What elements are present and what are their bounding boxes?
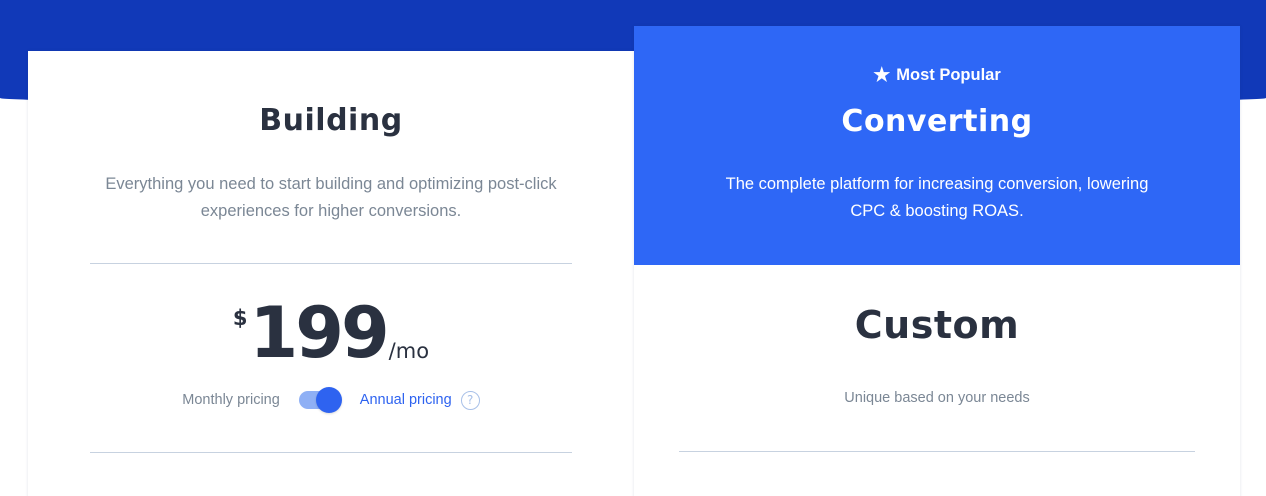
most-popular-badge: ★ Most Popular xyxy=(634,64,1240,86)
price-currency: $ xyxy=(232,306,248,330)
star-icon: ★ xyxy=(873,64,891,86)
divider xyxy=(90,452,572,453)
price-period: /mo xyxy=(388,339,430,363)
building-plan-card: Building Everything you need to start bu… xyxy=(28,51,634,496)
billing-toggle-row: Monthly pricing Annual pricing ? xyxy=(28,387,634,413)
price-amount: 199 xyxy=(249,292,390,374)
building-plan-title: Building xyxy=(259,103,403,138)
building-plan-description: Everything you need to start building an… xyxy=(105,175,557,220)
custom-price-note: Unique based on your needs xyxy=(844,390,1030,406)
custom-price-label: Custom xyxy=(854,303,1020,347)
divider xyxy=(679,451,1195,452)
converting-plan-card: ★ Most Popular Converting The complete p… xyxy=(634,26,1240,496)
converting-plan-title: Converting xyxy=(841,104,1033,139)
building-price: $ 199 /mo xyxy=(28,295,634,371)
toggle-knob xyxy=(315,387,342,413)
converting-plan-header: ★ Most Popular Converting The complete p… xyxy=(634,26,1240,265)
monthly-pricing-label[interactable]: Monthly pricing xyxy=(182,392,280,408)
divider xyxy=(90,263,572,264)
question-circle-icon[interactable]: ? xyxy=(460,390,480,410)
annual-pricing-label[interactable]: Annual pricing xyxy=(360,392,452,408)
converting-plan-description: The complete platform for increasing con… xyxy=(725,175,1149,220)
badge-label: Most Popular xyxy=(896,65,1001,84)
billing-period-toggle[interactable] xyxy=(298,387,342,413)
